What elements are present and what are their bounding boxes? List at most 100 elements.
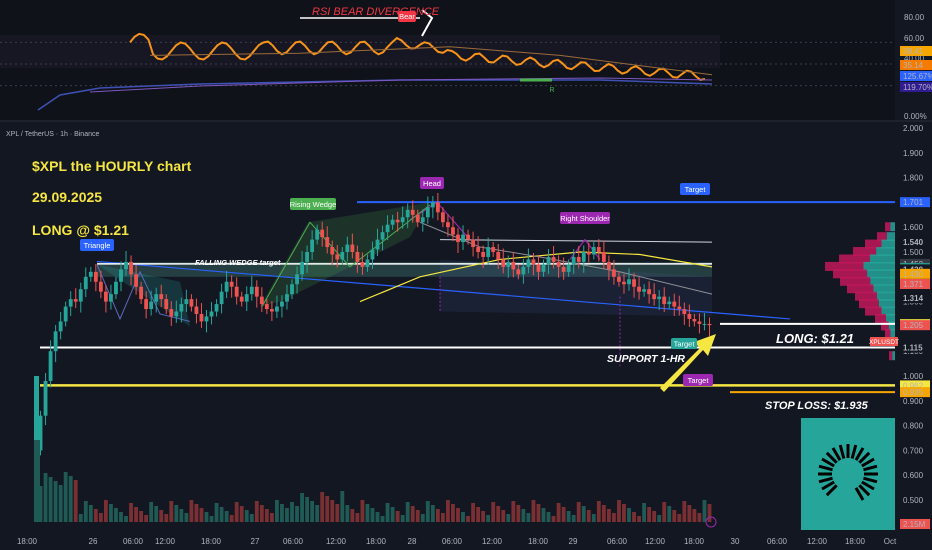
time-tick-7: 12:00	[326, 537, 347, 546]
candle-body	[375, 239, 380, 250]
candle-body	[295, 274, 299, 285]
target-badge-3: Target	[688, 376, 710, 385]
candle-body	[169, 309, 174, 317]
candle-body	[355, 252, 360, 262]
candle-body	[451, 227, 455, 235]
volume-bar	[320, 492, 325, 522]
candle-body	[365, 259, 370, 267]
candle-body	[103, 291, 108, 302]
volume-bar	[456, 508, 460, 522]
triangle-badge: Triangle	[84, 241, 111, 250]
volume-bar	[280, 504, 284, 522]
candle-body	[249, 286, 254, 295]
volume-bar	[275, 500, 279, 522]
candle-body	[440, 212, 445, 223]
candle-body	[149, 301, 154, 310]
volume-bar	[390, 507, 395, 522]
volume-bar	[566, 511, 571, 522]
candle-body	[606, 261, 611, 270]
volume-bar	[43, 473, 48, 522]
price-chart[interactable]: RRSI BEAR DIVERGENCEBear 80.0060.0040.000…	[0, 0, 932, 550]
candle-body	[410, 209, 415, 215]
candle-body	[239, 296, 244, 302]
volume-bar	[365, 504, 370, 522]
candle-body	[154, 294, 159, 302]
volume-bar	[430, 505, 435, 522]
candle-body	[83, 276, 88, 290]
price-tick-0.900: 0.900	[903, 397, 924, 406]
volume-bar	[254, 501, 259, 522]
candle-body	[596, 247, 601, 252]
candle-body	[435, 202, 440, 213]
candle-body	[93, 271, 98, 282]
candle-body	[254, 286, 259, 297]
candle-body	[466, 234, 470, 240]
candle-body	[380, 232, 385, 240]
price-tick-0.500: 0.500	[903, 496, 924, 505]
time-tick-12: 18:00	[528, 537, 549, 546]
time-tick-10: 06:00	[442, 537, 463, 546]
price-badge-2.15M: 2.15M	[903, 520, 926, 529]
price-tick-0.600: 0.600	[903, 471, 924, 480]
candle-body	[612, 269, 616, 277]
candle-body	[159, 294, 164, 300]
volume-bar	[224, 511, 229, 522]
volume-bar	[184, 513, 189, 522]
price-badge-1.115: 1.115	[903, 343, 923, 352]
title-line-3: LONG @ $1.21	[32, 222, 129, 238]
price-tick-1.600: 1.600	[903, 223, 924, 232]
volume-bar	[692, 509, 697, 522]
candle-body	[541, 264, 546, 272]
volume-bar	[285, 508, 289, 522]
candle-body	[179, 304, 184, 312]
volume-bar	[325, 496, 330, 522]
candle-body	[642, 289, 647, 292]
candle-body	[461, 234, 465, 243]
target-badge-1: Target	[685, 185, 707, 194]
candle-body	[269, 309, 274, 312]
volume-bar	[471, 503, 475, 522]
volume-bar	[103, 500, 108, 522]
candle-body	[315, 229, 320, 240]
volume-bar	[199, 508, 204, 522]
title-line-1: $XPL the HOURLY chart	[32, 158, 192, 174]
candle-body	[300, 261, 304, 275]
rsi-tick-0: 80.00	[904, 13, 925, 22]
volume-bar	[154, 506, 159, 522]
candle-body	[285, 294, 289, 302]
title-line-2: 29.09.2025	[32, 189, 102, 205]
candle-body	[385, 224, 390, 233]
candle-body	[551, 256, 556, 262]
candle-body	[280, 301, 284, 307]
candle-body	[471, 239, 475, 248]
candle-body	[320, 229, 325, 238]
volume-bar	[486, 515, 491, 522]
volume-bar	[340, 491, 345, 522]
time-tick-1: 26	[89, 537, 98, 546]
volume-bar	[350, 509, 355, 522]
volume-bar	[53, 481, 58, 522]
volume-bar	[440, 513, 445, 522]
candle-body	[521, 266, 526, 275]
candle-body	[707, 323, 712, 326]
candle-body	[43, 380, 48, 416]
candle-body	[591, 247, 596, 255]
candle-body	[430, 202, 435, 208]
price-tick-2.000: 2.000	[903, 124, 924, 133]
volume-bar	[114, 508, 118, 522]
candle-body	[617, 276, 621, 282]
volume-bar	[586, 510, 591, 522]
volume-bar	[591, 514, 596, 522]
volume-bar	[617, 500, 621, 522]
candle-body	[601, 252, 606, 262]
price-badge-1.371: 1.371	[903, 280, 924, 289]
volume-bar	[244, 510, 249, 522]
volume-bar	[234, 502, 239, 522]
volume-bar	[642, 503, 647, 522]
volume-bar	[561, 507, 566, 522]
volume-bar	[612, 513, 616, 522]
time-tick-3: 12:00	[155, 537, 176, 546]
candle-body	[184, 299, 189, 305]
logo-box	[801, 418, 895, 530]
volume-bar	[144, 515, 149, 522]
